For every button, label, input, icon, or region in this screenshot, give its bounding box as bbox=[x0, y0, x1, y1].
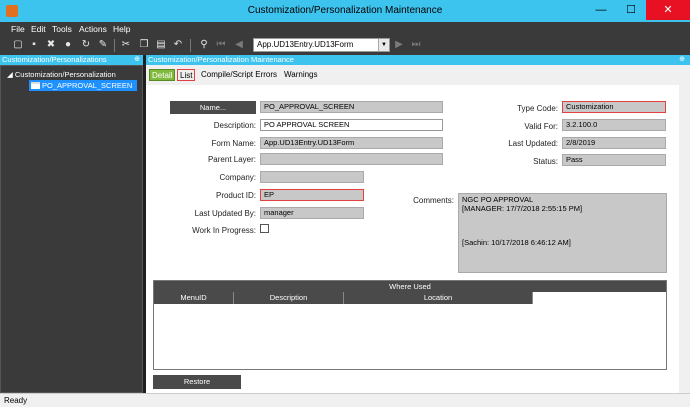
detail-form: Name... PO_APPROVAL_SCREEN Description: … bbox=[146, 85, 679, 393]
chat-icon[interactable]: ● bbox=[62, 39, 74, 51]
form-name-label: Form Name: bbox=[211, 139, 256, 148]
tree-root[interactable]: ◢ Customization/Personalization bbox=[7, 70, 116, 79]
minimize-button[interactable]: — bbox=[586, 0, 616, 20]
work-in-progress-label: Work In Progress: bbox=[192, 226, 256, 235]
last-updated-by-label: Last Updated By: bbox=[194, 209, 256, 218]
customization-tree: ◢ Customization/Personalization PO_APPRO… bbox=[0, 65, 143, 393]
collapse-icon[interactable]: ◢ bbox=[7, 70, 15, 79]
binoculars-icon[interactable]: ⚲ bbox=[198, 39, 210, 51]
tree-root-label: Customization/Personalization bbox=[14, 70, 116, 79]
menu-edit[interactable]: Edit bbox=[31, 24, 46, 34]
close-button[interactable]: ✕ bbox=[646, 0, 690, 20]
tree-item-po-approval-screen[interactable]: PO_APPROVAL_SCREEN bbox=[29, 80, 137, 91]
new-icon[interactable]: ▢ bbox=[12, 39, 24, 51]
left-panel: Customization/Personalizations ⊕ ◢ Custo… bbox=[0, 55, 143, 393]
tab-detail[interactable]: Detail bbox=[149, 69, 176, 81]
valid-for-label: Valid For: bbox=[524, 122, 558, 131]
delete-icon[interactable]: ✖ bbox=[45, 39, 57, 51]
form-select[interactable]: App.UD13Entry.UD13Form ▼ bbox=[253, 38, 390, 52]
main-panel-title: Customization/Personalization Maintenanc… bbox=[148, 55, 294, 64]
left-panel-header: Customization/Personalizations ⊕ bbox=[0, 55, 143, 65]
menu-help[interactable]: Help bbox=[113, 24, 130, 34]
form-name-field: App.UD13Entry.UD13Form bbox=[260, 137, 443, 149]
status-label: Status: bbox=[533, 157, 558, 166]
menu-bar: File Edit Tools Actions Help bbox=[0, 22, 690, 36]
parent-layer-label: Parent Layer: bbox=[207, 155, 256, 164]
type-code-label: Type Code: bbox=[517, 104, 558, 113]
cut-icon[interactable]: ✂ bbox=[120, 39, 132, 51]
main-panel-header: Customization/Personalization Maintenanc… bbox=[146, 55, 690, 65]
work-in-progress-checkbox[interactable] bbox=[260, 224, 269, 233]
product-id-label: Product ID: bbox=[215, 191, 256, 200]
undo-icon[interactable]: ↶ bbox=[172, 39, 184, 51]
type-code-field[interactable]: Customization bbox=[562, 101, 666, 113]
next-record-icon[interactable]: ▶ bbox=[393, 39, 405, 51]
title-bar: Customization/Personalization Maintenanc… bbox=[0, 0, 690, 22]
tab-compile-errors[interactable]: Compile/Script Errors bbox=[199, 69, 279, 81]
previous-record-icon[interactable]: ◀ bbox=[233, 39, 245, 51]
tab-bar: Detail List Compile/Script Errors Warnin… bbox=[146, 65, 690, 85]
comments-label: Comments: bbox=[413, 196, 454, 205]
name-button[interactable]: Name... bbox=[170, 101, 256, 114]
refresh-icon[interactable]: ↻ bbox=[80, 39, 92, 51]
status-text: Ready bbox=[4, 396, 28, 405]
first-record-icon[interactable]: ⏮ bbox=[215, 39, 227, 51]
pin-icon[interactable]: ⊕ bbox=[679, 55, 685, 65]
form-select-value: App.UD13Entry.UD13Form bbox=[257, 40, 354, 49]
tab-warnings[interactable]: Warnings bbox=[282, 69, 320, 81]
status-bar: Ready bbox=[0, 393, 690, 407]
maximize-button[interactable]: ☐ bbox=[616, 0, 646, 20]
where-used-title: Where Used bbox=[154, 281, 666, 292]
status-field: Pass bbox=[562, 154, 666, 166]
company-field bbox=[260, 171, 364, 183]
restore-button[interactable]: Restore bbox=[153, 375, 241, 389]
company-label: Company: bbox=[219, 173, 256, 182]
folder-icon bbox=[31, 82, 40, 89]
toolbar-separator bbox=[114, 39, 115, 52]
last-updated-by-field: manager bbox=[260, 207, 364, 219]
menu-tools[interactable]: Tools bbox=[52, 24, 72, 34]
save-icon[interactable]: ▪ bbox=[28, 39, 40, 51]
tab-list[interactable]: List bbox=[177, 69, 196, 81]
last-record-icon[interactable]: ⏭ bbox=[410, 39, 422, 51]
pin-icon[interactable]: ⊕ bbox=[134, 55, 140, 65]
clear-icon[interactable]: ✎ bbox=[97, 39, 109, 51]
left-panel-title: Customization/Personalizations bbox=[2, 55, 107, 64]
description-field[interactable]: PO APPROVAL SCREEN bbox=[260, 119, 443, 131]
last-updated-label: Last Updated: bbox=[508, 139, 558, 148]
comments-field[interactable]: NGC PO APPROVAL [MANAGER: 17/7/2018 2:55… bbox=[458, 193, 667, 273]
where-used-grid: Where Used MenuID Description Location bbox=[153, 280, 667, 370]
column-header-description[interactable]: Description bbox=[234, 292, 344, 304]
name-field[interactable]: PO_APPROVAL_SCREEN bbox=[260, 101, 443, 113]
copy-icon[interactable]: ❐ bbox=[138, 39, 150, 51]
tree-item-label: PO_APPROVAL_SCREEN bbox=[42, 81, 133, 90]
description-label: Description: bbox=[213, 121, 256, 130]
product-id-field[interactable]: EP bbox=[260, 189, 364, 201]
chevron-down-icon[interactable]: ▼ bbox=[378, 39, 389, 51]
parent-layer-field bbox=[260, 153, 443, 165]
toolbar-separator bbox=[190, 39, 191, 52]
column-header-menuid[interactable]: MenuID bbox=[154, 292, 234, 304]
valid-for-field: 3.2.100.0 bbox=[562, 119, 666, 131]
column-header-location[interactable]: Location bbox=[344, 292, 533, 304]
last-updated-field: 2/8/2019 bbox=[562, 137, 666, 149]
menu-file[interactable]: File bbox=[11, 24, 25, 34]
menu-actions[interactable]: Actions bbox=[79, 24, 107, 34]
paste-icon[interactable]: ▤ bbox=[155, 39, 167, 51]
